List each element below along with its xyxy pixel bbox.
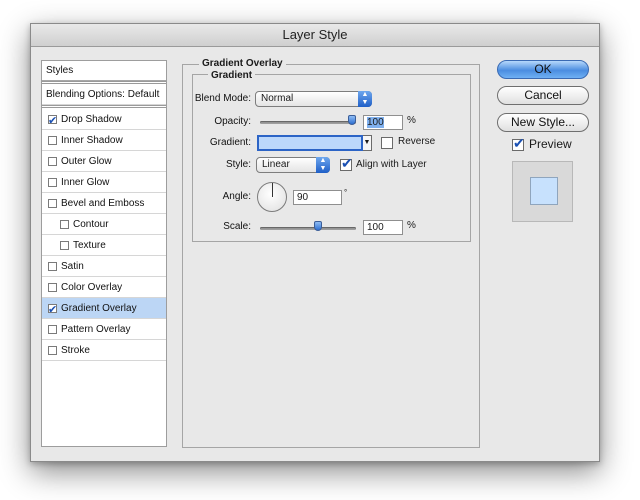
style-checkbox[interactable] — [48, 283, 57, 292]
style-label: Style: — [225, 159, 251, 170]
style-checkbox[interactable] — [48, 346, 57, 355]
style-value: Linear — [262, 159, 290, 170]
style-checkbox[interactable] — [48, 157, 57, 166]
blend-mode-label: Blend Mode: — [194, 93, 251, 104]
styles-divider — [42, 81, 166, 84]
blending-options-label: Blending Options: Default — [46, 89, 160, 100]
scale-slider[interactable] — [260, 227, 356, 230]
style-item-label: Inner Glow — [61, 177, 110, 188]
scale-slider-thumb[interactable] — [313, 221, 322, 231]
opacity-slider[interactable] — [260, 121, 356, 124]
style-item-label: Outer Glow — [61, 156, 112, 167]
style-item[interactable]: Inner Glow — [42, 172, 166, 193]
new-style-button[interactable]: New Style... — [497, 113, 589, 132]
style-select[interactable]: Linear ▲ ▼ — [256, 157, 330, 173]
style-item-label: Color Overlay — [61, 282, 123, 293]
style-item-label: Gradient Overlay — [61, 303, 137, 314]
style-item-label: Satin — [61, 261, 84, 272]
blend-mode-value: Normal — [261, 93, 294, 104]
reverse-checkbox[interactable] — [381, 137, 393, 149]
style-item-label: Inner Shadow — [61, 135, 123, 146]
opacity-slider-thumb[interactable] — [348, 115, 356, 125]
style-item[interactable]: Color Overlay — [42, 277, 166, 298]
scale-value: 100 — [367, 222, 384, 233]
opacity-unit: % — [407, 115, 416, 126]
style-item-label: Bevel and Emboss — [61, 198, 145, 209]
angle-input[interactable]: 90 — [293, 190, 342, 205]
style-checkbox[interactable] — [48, 136, 57, 145]
updown-arrows-icon: ▲ ▼ — [316, 157, 330, 173]
angle-value: 90 — [297, 192, 309, 203]
opacity-input[interactable]: 100 — [363, 115, 403, 130]
gradient-swatch[interactable] — [257, 135, 363, 151]
section-title: Gradient Overlay — [199, 58, 286, 70]
style-checkbox[interactable] — [60, 220, 69, 229]
style-checkbox[interactable] — [48, 199, 57, 208]
styles-header-label: Styles — [46, 65, 74, 76]
group-title: Gradient — [208, 70, 256, 82]
style-checkbox[interactable] — [48, 325, 57, 334]
preview-swatch — [530, 177, 558, 205]
scale-label: Scale: — [223, 221, 251, 232]
style-item[interactable]: Inner Shadow — [42, 130, 166, 151]
styles-list: Styles Blending Options: Default Drop Sh… — [41, 60, 167, 447]
style-item[interactable]: Gradient Overlay — [42, 298, 166, 321]
align-with-layer-label: Align with Layer — [356, 159, 427, 170]
opacity-value: 100 — [367, 117, 384, 128]
blending-options-item[interactable]: Blending Options: Default — [42, 85, 166, 105]
window-title: Layer Style — [31, 24, 599, 47]
style-item[interactable]: Satin — [42, 256, 166, 277]
align-with-layer-checkbox[interactable] — [340, 155, 353, 172]
style-item[interactable]: Texture — [42, 235, 166, 256]
ok-button[interactable]: OK — [497, 60, 589, 79]
style-checkbox[interactable] — [48, 178, 57, 187]
style-item-label: Drop Shadow — [61, 114, 122, 125]
style-checkbox[interactable] — [48, 300, 57, 321]
angle-unit: ° — [344, 188, 348, 197]
style-item-label: Pattern Overlay — [61, 324, 131, 335]
blending-divider — [42, 105, 166, 108]
style-item[interactable]: Drop Shadow — [42, 109, 166, 132]
style-checkbox[interactable] — [60, 241, 69, 250]
preview-checkbox[interactable] — [512, 135, 525, 152]
cancel-button[interactable]: Cancel — [497, 86, 589, 105]
style-item[interactable]: Bevel and Emboss — [42, 193, 166, 214]
blend-mode-select[interactable]: Normal ▲ ▼ — [255, 91, 372, 107]
angle-label: Angle: — [222, 191, 251, 202]
style-item-label: Contour — [73, 219, 109, 230]
style-item-label: Stroke — [61, 345, 90, 356]
opacity-label: Opacity: — [214, 116, 251, 127]
style-item-label: Texture — [73, 240, 106, 251]
styles-header[interactable]: Styles — [42, 61, 166, 81]
gradient-dropdown-arrow-icon[interactable]: ▼ — [363, 135, 372, 151]
scale-unit: % — [407, 220, 416, 231]
style-item[interactable]: Stroke — [42, 340, 166, 361]
angle-needle — [272, 183, 273, 197]
style-checkbox[interactable] — [48, 111, 57, 132]
scale-input[interactable]: 100 — [363, 220, 403, 235]
updown-arrows-icon: ▲ ▼ — [358, 91, 372, 107]
preview-label: Preview — [529, 137, 572, 151]
style-item[interactable]: Outer Glow — [42, 151, 166, 172]
gradient-label: Gradient: — [209, 137, 251, 148]
style-checkbox[interactable] — [48, 262, 57, 271]
layer-style-dialog: Layer Style Styles Blending Options: Def… — [30, 23, 600, 462]
style-item[interactable]: Contour — [42, 214, 166, 235]
reverse-label: Reverse — [398, 136, 436, 147]
style-item[interactable]: Pattern Overlay — [42, 319, 166, 340]
